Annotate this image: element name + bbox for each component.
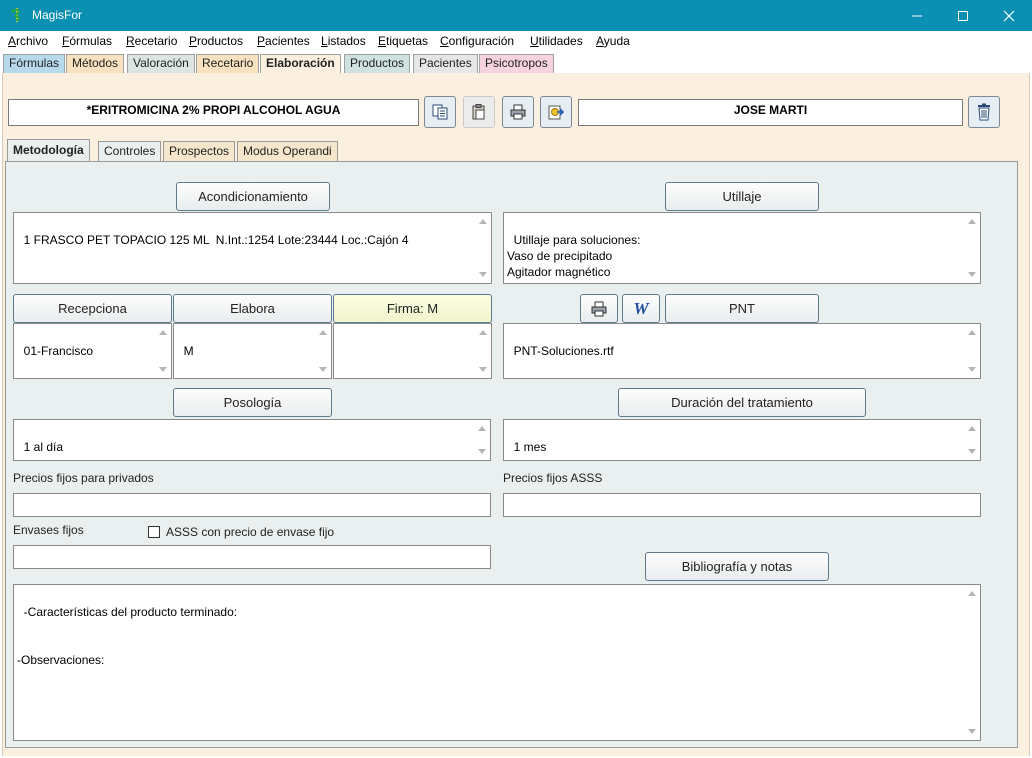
pnt-scrollbar[interactable] <box>964 324 980 378</box>
precios-privados-input[interactable] <box>13 493 491 517</box>
export-icon <box>548 105 565 120</box>
minimize-button[interactable] <box>894 0 940 31</box>
duracion-memo[interactable]: 1 mes <box>503 419 981 461</box>
menu-archivo[interactable]: Archivo <box>8 34 48 48</box>
envases-label: Envases fijos <box>13 523 84 537</box>
tab-modus-operandi[interactable]: Modus Operandi <box>237 141 338 161</box>
notas-scrollbar[interactable] <box>964 585 980 740</box>
recepciona-button[interactable]: Recepciona <box>13 294 172 323</box>
tab-controles[interactable]: Controles <box>98 141 162 161</box>
menu-bar: Archivo Fórmulas Recetario Productos Pac… <box>0 31 1032 51</box>
tab-metodologia[interactable]: Metodología <box>7 139 90 162</box>
menu-etiquetas[interactable]: Etiquetas <box>378 34 428 48</box>
pnt-text: PNT-Soluciones.rtf <box>513 344 614 358</box>
print-icon <box>510 104 526 120</box>
elabora-memo[interactable]: M <box>173 323 332 379</box>
utillaje-memo[interactable]: Utillaje para soluciones: Vaso de precip… <box>503 212 981 284</box>
precios-privados-label: Precios fijos para privados <box>13 471 154 485</box>
paste-button[interactable] <box>463 96 495 128</box>
export-button[interactable] <box>540 96 572 128</box>
asss-envase-label[interactable]: ASSS con precio de envase fijo <box>166 525 334 539</box>
elabora-scrollbar[interactable] <box>315 324 331 378</box>
tab-pacientes[interactable]: Pacientes <box>413 54 478 73</box>
window-title: MagisFor <box>32 8 83 22</box>
menu-formulas[interactable]: Fórmulas <box>62 34 112 48</box>
menu-configuracion[interactable]: Configuración <box>440 34 514 48</box>
asss-envase-checkbox[interactable] <box>148 526 160 538</box>
tab-prospectos[interactable]: Prospectos <box>163 141 236 161</box>
acondicionamiento-button[interactable]: Acondicionamiento <box>176 182 330 211</box>
tab-recetario[interactable]: Recetario <box>196 54 260 73</box>
elabora-button[interactable]: Elabora <box>173 294 332 323</box>
notas-text: -Características del producto terminado:… <box>17 605 238 667</box>
delete-icon <box>978 103 990 121</box>
menu-utilidades[interactable]: Utilidades <box>530 34 583 48</box>
close-button[interactable] <box>986 0 1032 31</box>
print-icon <box>591 301 607 316</box>
pnt-button[interactable]: PNT <box>665 294 819 323</box>
tab-valoracion[interactable]: Valoración <box>127 54 195 73</box>
patient-name-field[interactable]: JOSE MARTI <box>578 99 963 126</box>
utillaje-scrollbar[interactable] <box>964 213 980 283</box>
precios-asss-label: Precios fijos ASSS <box>503 471 603 485</box>
delete-button[interactable] <box>968 96 1000 128</box>
menu-pacientes[interactable]: Pacientes <box>257 34 310 48</box>
duracion-scrollbar[interactable] <box>964 420 980 460</box>
posologia-scrollbar[interactable] <box>474 420 490 460</box>
title-bar: MagisFor <box>0 0 1032 31</box>
paste-icon <box>472 104 485 120</box>
recepciona-text: 01-Francisco <box>23 344 94 358</box>
tab-metodos[interactable]: Métodos <box>66 54 125 73</box>
envases-input[interactable] <box>13 545 491 569</box>
duracion-text: 1 mes <box>513 440 547 454</box>
menu-recetario[interactable]: Recetario <box>126 34 177 48</box>
tab-productos[interactable]: Productos <box>344 54 411 73</box>
copy-button[interactable] <box>424 96 456 128</box>
recepciona-memo[interactable]: 01-Francisco <box>13 323 172 379</box>
acondicionamiento-text: 1 FRASCO PET TOPACIO 125 ML N.Int.:1254 … <box>23 233 409 247</box>
tab-formulas[interactable]: Fórmulas <box>3 54 66 73</box>
firma-memo[interactable] <box>333 323 492 379</box>
tab-psicotropos[interactable]: Psicotropos <box>479 54 554 73</box>
word-icon: W <box>633 298 649 318</box>
pnt-memo[interactable]: PNT-Soluciones.rtf <box>503 323 981 379</box>
menu-productos[interactable]: Productos <box>189 34 243 48</box>
formula-name-field[interactable]: *ERITROMICINA 2% PROPI ALCOHOL AGUA <box>8 99 419 126</box>
word-button[interactable]: W <box>622 294 660 323</box>
maximize-button[interactable] <box>940 0 986 31</box>
main-tab-bar: Fórmulas Métodos Valoración Recetario El… <box>0 51 1032 76</box>
duracion-button[interactable]: Duración del tratamiento <box>618 388 866 417</box>
print-button[interactable] <box>502 96 534 128</box>
posologia-text: 1 al día <box>23 440 64 454</box>
menu-listados[interactable]: Listados <box>321 34 366 48</box>
copy-icon <box>432 104 448 120</box>
firma-scrollbar[interactable] <box>475 324 491 378</box>
acondicionamiento-scrollbar[interactable] <box>475 213 491 283</box>
recepciona-scrollbar[interactable] <box>155 324 171 378</box>
elabora-text: M <box>183 344 194 358</box>
acondicionamiento-memo[interactable]: 1 FRASCO PET TOPACIO 125 ML N.Int.:1254 … <box>13 212 492 284</box>
snake-staff-icon[interactable] <box>9 7 25 23</box>
utillaje-text: Utillaje para soluciones: Vaso de precip… <box>507 233 641 283</box>
posologia-memo[interactable]: 1 al día <box>13 419 491 461</box>
precios-asss-input[interactable] <box>503 493 981 517</box>
pnt-print-button[interactable] <box>580 294 618 323</box>
firma-button[interactable]: Firma: M <box>333 294 492 323</box>
notas-memo[interactable]: -Características del producto terminado:… <box>13 584 981 741</box>
posologia-button[interactable]: Posología <box>173 388 332 417</box>
bibliografia-button[interactable]: Bibliografía y notas <box>645 552 829 581</box>
menu-ayuda[interactable]: Ayuda <box>596 34 630 48</box>
utillaje-button[interactable]: Utillaje <box>665 182 819 211</box>
